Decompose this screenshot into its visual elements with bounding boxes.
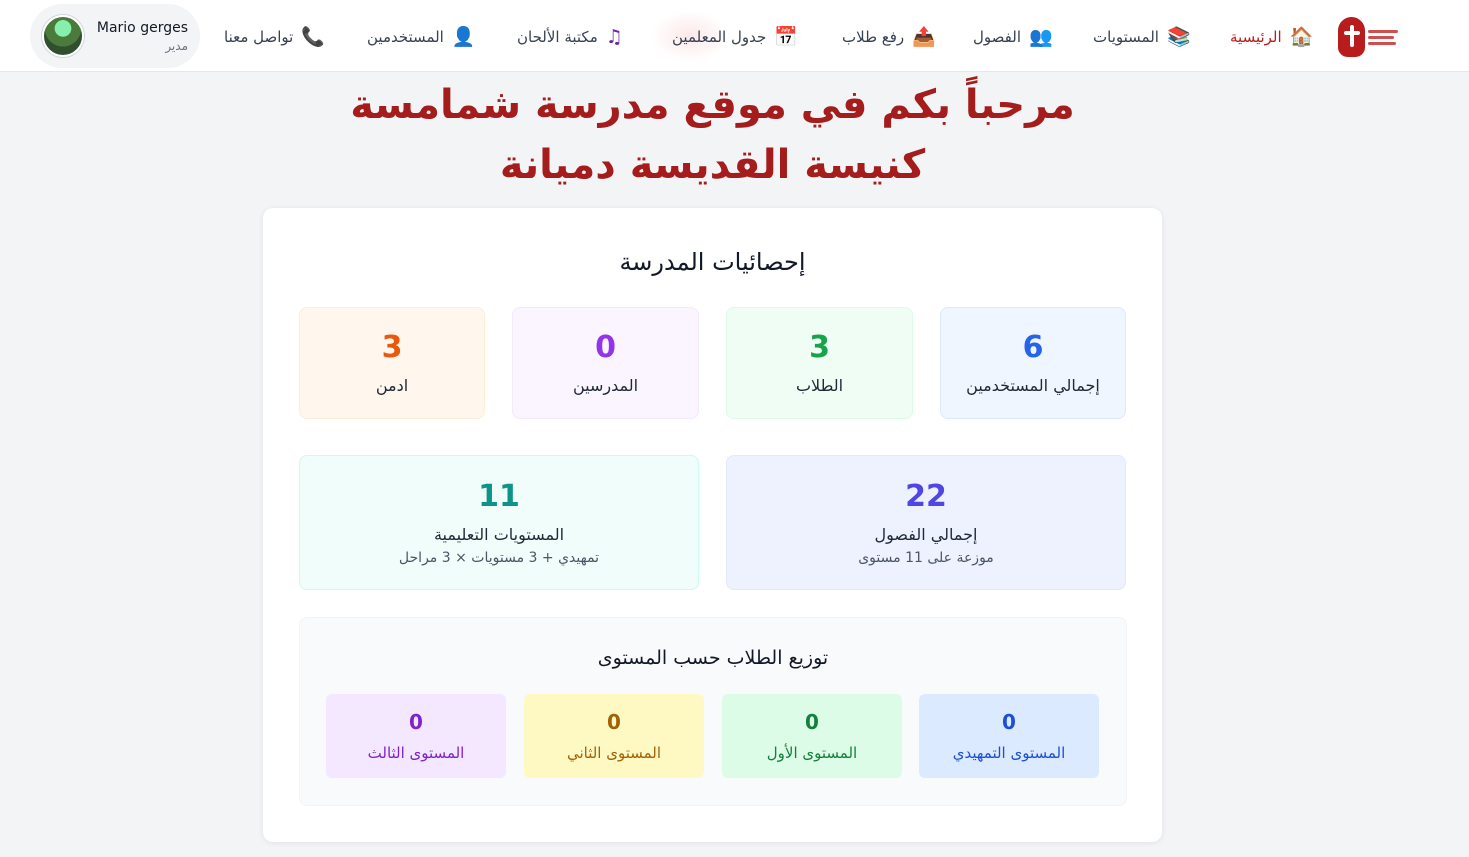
nav-users-label: المستخدمين [367, 28, 444, 46]
nav-users[interactable]: 👤 المستخدمين [367, 22, 476, 52]
stat-label: إجمالي المستخدمين [966, 376, 1100, 395]
level-label: المستوى الثالث [367, 744, 465, 762]
stat-value: 0 [595, 330, 616, 365]
cross-logo-icon [1338, 17, 1365, 57]
level-preparatory: 0 المستوى التمهيدي [919, 694, 1099, 778]
user-icon: 👤 [451, 25, 476, 48]
stat-total-users: 6 إجمالي المستخدمين [940, 307, 1126, 419]
school-logo[interactable] [1338, 14, 1398, 60]
stat-value: 11 [478, 478, 520, 514]
distribution-title: توزيع الطلاب حسب المستوى [597, 647, 829, 669]
nav-upload-students[interactable]: 📤 رفع طلاب [842, 22, 936, 52]
nav-home-label: الرئيسية [1230, 28, 1282, 46]
users-group-icon: 👥 [1028, 25, 1053, 48]
nav-hymns-label: مكتبة الألحان [517, 28, 598, 46]
level-count: 0 [607, 710, 621, 734]
stat-admins: 3 ادمن [299, 307, 485, 419]
level-first: 0 المستوى الأول [722, 694, 902, 778]
stat-students: 3 الطلاب [726, 307, 913, 419]
stat-subtext: موزعة على 11 مستوى [858, 549, 994, 566]
nav-contact[interactable]: 📞 تواصل معنا [224, 22, 325, 52]
level-label: المستوى التمهيدي [952, 744, 1066, 762]
user-role: مدير [165, 38, 188, 53]
stat-total-classes: 22 إجمالي الفصول موزعة على 11 مستوى [726, 455, 1126, 590]
stat-education-levels: 11 المستويات التعليمية تمهيدي + 3 مستويا… [299, 455, 699, 590]
phone-icon: 📞 [301, 25, 325, 48]
stat-value: 3 [809, 330, 830, 365]
upload-tray-icon: 📤 [912, 25, 936, 48]
level-count: 0 [805, 710, 819, 734]
avatar [42, 15, 84, 57]
stat-teachers: 0 المدرسين [512, 307, 699, 419]
user-info: Mario gerges مدير [96, 20, 188, 53]
music-note-icon: ♫ [605, 25, 623, 48]
nav-upload-label: رفع طلاب [842, 28, 905, 46]
stat-label: ادمن [375, 376, 409, 395]
stat-value: 6 [1022, 330, 1044, 365]
stat-value: 3 [381, 330, 403, 365]
statistics-title: إحصائيات المدرسة [619, 248, 806, 276]
nav-schedule-label: جدول المعلمين [672, 28, 767, 46]
home-icon: 🏠 [1289, 25, 1314, 48]
user-name: Mario gerges [96, 19, 188, 36]
nav-hymns-library[interactable]: ♫ مكتبة الألحان [517, 22, 623, 52]
stat-subtext: تمهيدي + 3 مستويات × 3 مراحل [398, 549, 600, 566]
level-label: المستوى الأول [766, 744, 858, 762]
level-label: المستوى الثاني [566, 744, 662, 762]
nav-home[interactable]: 🏠 الرئيسية [1230, 22, 1313, 52]
stat-label: المستويات التعليمية [433, 524, 565, 544]
user-profile-menu[interactable]: Mario gerges مدير [30, 4, 200, 68]
books-icon: 📚 [1166, 25, 1191, 48]
stat-label: الطلاب [795, 376, 844, 395]
level-count: 0 [1002, 710, 1016, 734]
top-navbar: 🏠 الرئيسية 📚 المستويات 👥 الفصول 📤 رفع طل… [0, 0, 1469, 72]
stat-label: إجمالي الفصول [874, 524, 978, 544]
level-count: 0 [409, 710, 423, 734]
nav-levels-label: المستويات [1093, 28, 1159, 46]
stat-value: 22 [905, 478, 947, 514]
nav-classes[interactable]: 👥 الفصول [973, 22, 1053, 52]
level-third: 0 المستوى الثالث [326, 694, 506, 778]
logo-text-lines [1368, 29, 1398, 45]
level-second: 0 المستوى الثاني [524, 694, 704, 778]
stat-label: المدرسين [572, 376, 639, 395]
welcome-heading-line2: كنيسة القديسة دميانة [499, 142, 926, 188]
calendar-icon: 📅 [774, 25, 798, 48]
nav-classes-label: الفصول [973, 28, 1021, 46]
welcome-heading-line1: مرحباً بكم في موقع مدرسة شمامسة [350, 82, 1075, 128]
nav-levels[interactable]: 📚 المستويات [1093, 22, 1191, 52]
nav-contact-label: تواصل معنا [224, 28, 294, 46]
nav-teachers-schedule[interactable]: 📅 جدول المعلمين [672, 22, 798, 52]
